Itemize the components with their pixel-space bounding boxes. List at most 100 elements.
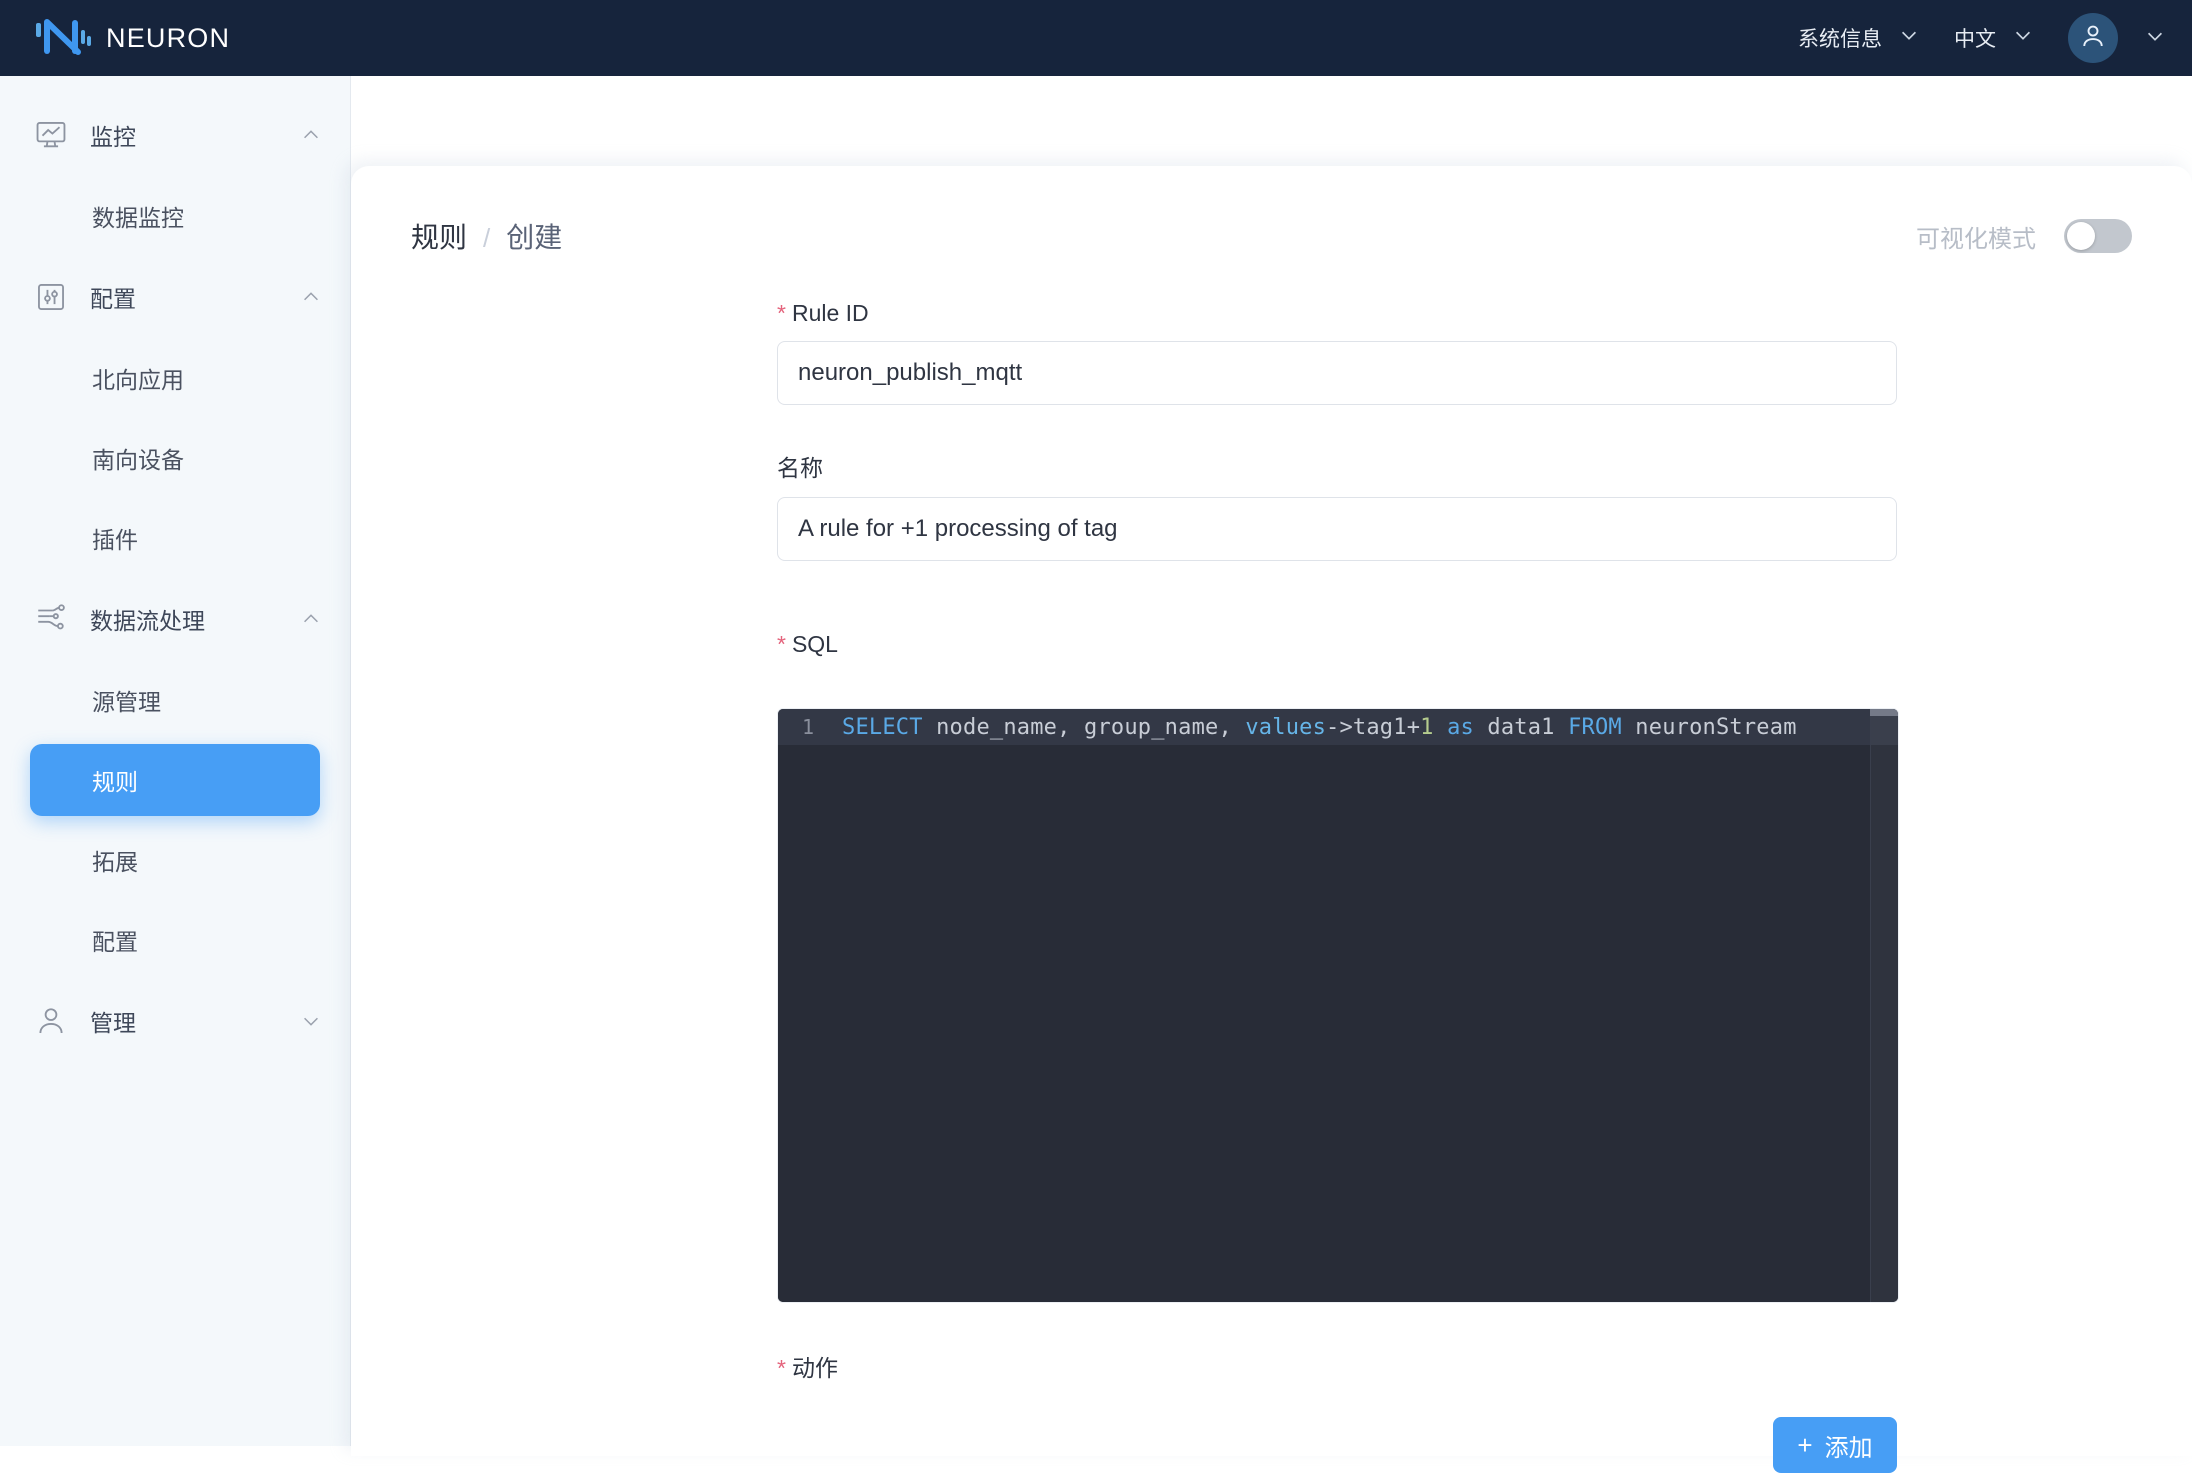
system-info-menu[interactable]: 系统信息 <box>1798 23 1920 53</box>
sidebar-item-label: 插件 <box>92 527 138 553</box>
card-header: 规则 / 创建 可视化模式 <box>351 166 2192 256</box>
sidebar-item-settings[interactable]: 配置 <box>30 904 320 976</box>
sql-label-text: SQL <box>791 631 838 657</box>
chevron-down-icon[interactable] <box>300 1010 322 1032</box>
breadcrumb: 规则 / 创建 <box>411 216 562 256</box>
rule-create-card: 规则 / 创建 可视化模式 * Rule ID neuron_publish_m… <box>351 166 2192 1473</box>
brand-name: NEURON <box>106 22 231 53</box>
sidebar-item-label: 拓展 <box>92 849 138 875</box>
editor-code-text: SELECT node_name, group_name, values->ta… <box>816 715 1797 740</box>
chevron-up-icon[interactable] <box>300 286 322 308</box>
sidebar-item-label: 北向应用 <box>92 367 184 393</box>
editor-horizontal-scrollbar[interactable] <box>1870 709 1898 716</box>
sidebar-item-southbound-devices[interactable]: 南向设备 <box>30 422 320 494</box>
sql-token: neuronStream <box>1621 714 1797 740</box>
editor-line: 1 SELECT node_name, group_name, values->… <box>778 709 1898 745</box>
main-content: 规则 / 创建 可视化模式 * Rule ID neuron_publish_m… <box>351 76 2192 1473</box>
breadcrumb-root[interactable]: 规则 <box>411 216 467 256</box>
sidebar-group-label: 数据流处理 <box>90 608 205 634</box>
sidebar-group-configuration[interactable]: 配置 <box>0 260 350 334</box>
action-label: * 动作 <box>777 1349 1897 1383</box>
breadcrumb-current: 创建 <box>506 222 563 253</box>
language-menu[interactable]: 中文 <box>1954 23 2034 53</box>
required-asterisk: * <box>777 631 786 657</box>
add-action-button-label: 添加 <box>1824 1434 1873 1462</box>
sql-code-editor[interactable]: 1 SELECT node_name, group_name, values->… <box>777 708 1899 1303</box>
language-label: 中文 <box>1954 28 1996 51</box>
field-sql: * SQL 1 SELECT node_name, group_name, val… <box>777 631 1899 1303</box>
sidebar-item-data-monitoring[interactable]: 数据监控 <box>30 180 320 252</box>
top-navigation-bar: NEURON 系统信息 中文 <box>0 0 2192 76</box>
rule-form: *Rule ID 名称 *SQL <box>351 256 2192 1473</box>
field-action: * 动作 + 添加 <box>777 1349 1897 1473</box>
sidebar-group-administration[interactable]: 管理 <box>0 984 350 1058</box>
avatar[interactable] <box>2068 13 2118 63</box>
top-right-controls: 系统信息 中文 <box>1798 13 2166 63</box>
sql-token: as <box>1447 714 1474 740</box>
brand[interactable]: NEURON <box>34 16 230 60</box>
chevron-up-icon[interactable] <box>300 608 322 630</box>
sql-token: values <box>1245 714 1327 740</box>
chevron-down-icon <box>1898 24 1920 52</box>
sidebar: 监控 数据监控 配置 北向应用 南向设备 插件 数据流处理 源管理 规则 拓展 … <box>0 76 351 1446</box>
sidebar-group-label: 配置 <box>90 286 136 312</box>
name-label-text: 名称 <box>777 455 823 481</box>
editor-vertical-scrollbar[interactable] <box>1870 709 1898 1302</box>
field-rule-id: * Rule ID <box>777 300 1897 405</box>
sql-label: * SQL <box>777 631 1897 658</box>
visual-mode-label: 可视化模式 <box>1916 225 2036 253</box>
sidebar-item-plugins[interactable]: 插件 <box>30 502 320 574</box>
breadcrumb-separator: / <box>483 223 491 253</box>
sidebar-item-northbound-apps[interactable]: 北向应用 <box>30 342 320 414</box>
sidebar-group-label: 监控 <box>90 124 136 150</box>
sql-token: SELECT <box>842 714 923 740</box>
sql-token: 1 <box>1420 714 1434 740</box>
user-icon <box>34 1004 68 1038</box>
system-info-label: 系统信息 <box>1798 28 1882 51</box>
rule-id-label: * Rule ID <box>777 300 1897 327</box>
sidebar-item-label: 源管理 <box>92 689 161 715</box>
sidebar-group-dataflow[interactable]: 数据流处理 <box>0 582 350 656</box>
dataflow-icon <box>34 602 68 636</box>
sql-token: node_name, group_name, <box>922 714 1246 740</box>
toggle-knob <box>2067 222 2095 250</box>
action-label-text: 动作 <box>791 1355 838 1381</box>
sql-token: ->tag1+ <box>1326 714 1421 740</box>
required-asterisk: * <box>777 1355 786 1381</box>
user-menu[interactable] <box>2068 13 2166 63</box>
chevron-up-icon[interactable] <box>300 124 322 146</box>
sidebar-item-label: 规则 <box>92 769 138 795</box>
monitor-chart-icon <box>34 118 68 152</box>
add-action-button[interactable]: + 添加 <box>1773 1417 1897 1473</box>
sidebar-item-extensions[interactable]: 拓展 <box>30 824 320 896</box>
editor-line-number: 1 <box>801 715 814 739</box>
action-button-row: + 添加 <box>777 1417 1897 1473</box>
visual-mode-control: 可视化模式 <box>1916 219 2132 254</box>
required-asterisk: * <box>777 300 786 326</box>
sliders-icon <box>34 280 68 314</box>
sidebar-group-label: 管理 <box>90 1010 136 1036</box>
name-input[interactable] <box>777 497 1897 561</box>
sidebar-item-label: 南向设备 <box>92 447 184 473</box>
sidebar-item-label: 配置 <box>92 929 138 955</box>
editor-body <box>778 745 1898 1302</box>
sql-token: FROM <box>1568 714 1622 740</box>
rule-id-input[interactable] <box>777 341 1897 405</box>
rule-id-label-text: Rule ID <box>791 300 869 326</box>
chevron-down-icon <box>2012 24 2034 52</box>
user-avatar-icon <box>2078 21 2108 56</box>
visual-mode-toggle[interactable] <box>2064 219 2132 253</box>
sidebar-item-source-management[interactable]: 源管理 <box>30 664 320 736</box>
chevron-down-icon <box>2144 25 2166 52</box>
field-name: 名称 <box>777 449 1897 561</box>
sidebar-group-monitoring[interactable]: 监控 <box>0 98 350 172</box>
name-label: 名称 <box>777 449 1897 483</box>
sidebar-item-rules[interactable]: 规则 <box>30 744 320 816</box>
sidebar-item-label: 数据监控 <box>92 205 184 231</box>
plus-icon: + <box>1797 1430 1813 1460</box>
sql-token: data1 <box>1473 714 1569 740</box>
neuron-logo-icon <box>34 16 92 60</box>
